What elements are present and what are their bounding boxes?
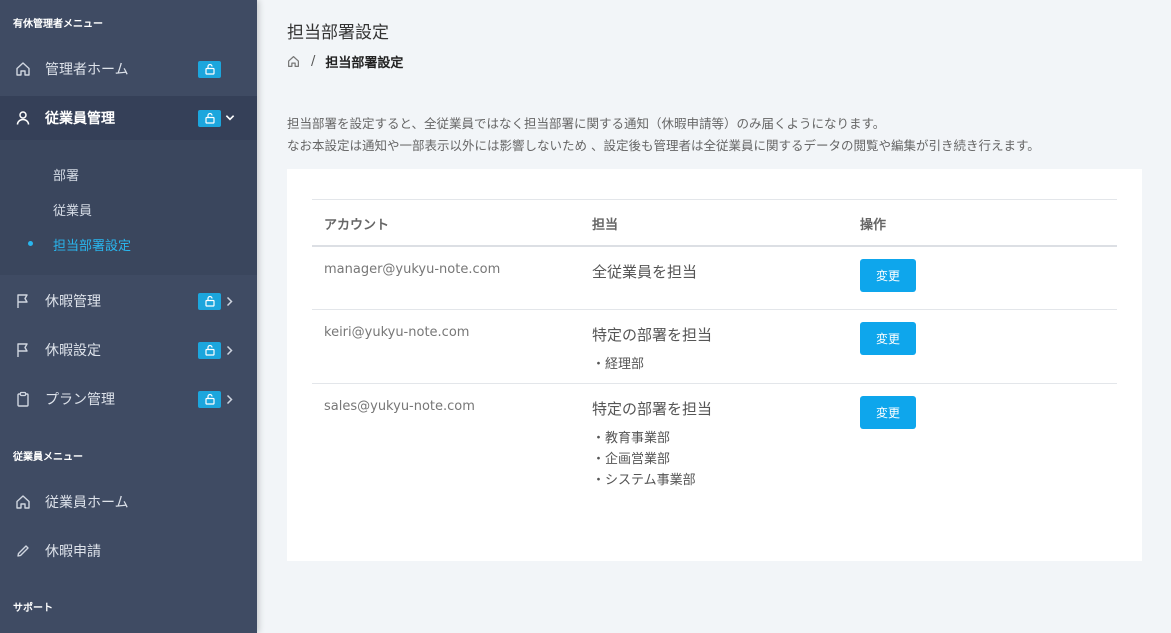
account-cell: keiri@yukyu-note.com	[324, 325, 470, 340]
lock-icon	[198, 341, 221, 359]
charge-cell: 特定の部署を担当	[592, 400, 713, 418]
lock-icon	[198, 60, 221, 78]
column-header-charge: 担当	[592, 218, 619, 233]
sidebar-item-leave-request[interactable]: 休暇申請	[0, 529, 257, 573]
change-button[interactable]: 変更	[860, 322, 916, 355]
row-divider	[312, 309, 1117, 310]
sidebar-item-label: 従業員管理	[45, 111, 115, 127]
sidebar-item-label: プラン管理	[45, 392, 115, 408]
sidebar-item-label: 休暇申請	[45, 544, 101, 560]
pencil-icon	[14, 542, 32, 560]
lock-icon	[198, 292, 221, 310]
row-divider	[312, 383, 1117, 384]
sidebar-item-leave-management[interactable]: 休暇管理	[0, 279, 257, 323]
table-top-border	[312, 199, 1117, 200]
chevron-right-icon	[225, 344, 235, 356]
breadcrumb-separator: /	[311, 53, 316, 69]
submenu-item-department[interactable]: 部署	[53, 165, 79, 184]
settings-card: アカウント 担当 操作 manager@yukyu-note.com 全従業員を…	[287, 169, 1142, 561]
chevron-right-icon	[225, 393, 235, 405]
employee-menu-title: 従業員メニュー	[13, 452, 83, 463]
sidebar-item-label: 休暇設定	[45, 343, 101, 359]
sidebar-item-employee-home[interactable]: 従業員ホーム	[0, 480, 257, 524]
admin-menu-title: 有休管理者メニュー	[13, 19, 103, 30]
sidebar-item-label: 従業員ホーム	[45, 495, 129, 511]
page-title: 担当部署設定	[287, 23, 389, 43]
breadcrumb-current: 担当部署設定	[325, 55, 404, 71]
sidebar-item-label: 管理者ホーム	[45, 62, 129, 78]
home-icon	[14, 493, 32, 511]
table-header-divider	[312, 245, 1117, 247]
breadcrumb: / 担当部署設定	[287, 52, 404, 71]
column-header-operation: 操作	[860, 218, 887, 233]
flag-icon	[14, 341, 32, 359]
sidebar: 有休管理者メニュー 管理者ホーム 従業員管理 部署 従業員 担当部署設定 休暇管…	[0, 0, 257, 633]
chevron-down-icon	[225, 112, 235, 124]
submenu-item-employee[interactable]: 従業員	[53, 200, 92, 219]
home-icon[interactable]	[287, 54, 301, 68]
sidebar-item-admin-home[interactable]: 管理者ホーム	[0, 47, 257, 91]
department-item: ・企画営業部	[592, 452, 671, 467]
change-button[interactable]: 変更	[860, 396, 916, 429]
user-icon	[14, 109, 32, 127]
sidebar-item-employee-management[interactable]: 従業員管理	[0, 96, 257, 140]
description-line-2: なお本設定は通知や一部表示以外には影響しないため 、設定後も管理者は全従業員に関…	[287, 138, 1040, 153]
sidebar-item-leave-settings[interactable]: 休暇設定	[0, 328, 257, 372]
charge-cell: 特定の部署を担当	[592, 326, 713, 344]
change-button[interactable]: 変更	[860, 259, 916, 292]
sidebar-item-label: 休暇管理	[45, 294, 101, 310]
support-title: サポート	[13, 603, 53, 614]
column-header-account: アカウント	[324, 218, 390, 233]
account-cell: sales@yukyu-note.com	[324, 399, 475, 414]
sidebar-item-plan-management[interactable]: プラン管理	[0, 377, 257, 421]
lock-icon	[198, 390, 221, 408]
chevron-right-icon	[225, 295, 235, 307]
account-cell: manager@yukyu-note.com	[324, 262, 501, 277]
department-item: ・教育事業部	[592, 431, 671, 446]
department-item: ・経理部	[592, 357, 645, 372]
charge-cell: 全従業員を担当	[592, 263, 698, 281]
description-line-1: 担当部署を設定すると、全従業員ではなく担当部署に関する通知（休暇申請等）のみ届く…	[287, 116, 886, 131]
active-indicator-dot	[28, 241, 33, 246]
department-item: ・システム事業部	[592, 473, 696, 488]
submenu-item-assigned-department[interactable]: 担当部署設定	[53, 235, 131, 254]
lock-icon	[198, 109, 221, 127]
flag-icon	[14, 292, 32, 310]
home-icon	[14, 60, 32, 78]
employee-submenu	[0, 140, 257, 275]
clipboard-icon	[14, 390, 32, 408]
